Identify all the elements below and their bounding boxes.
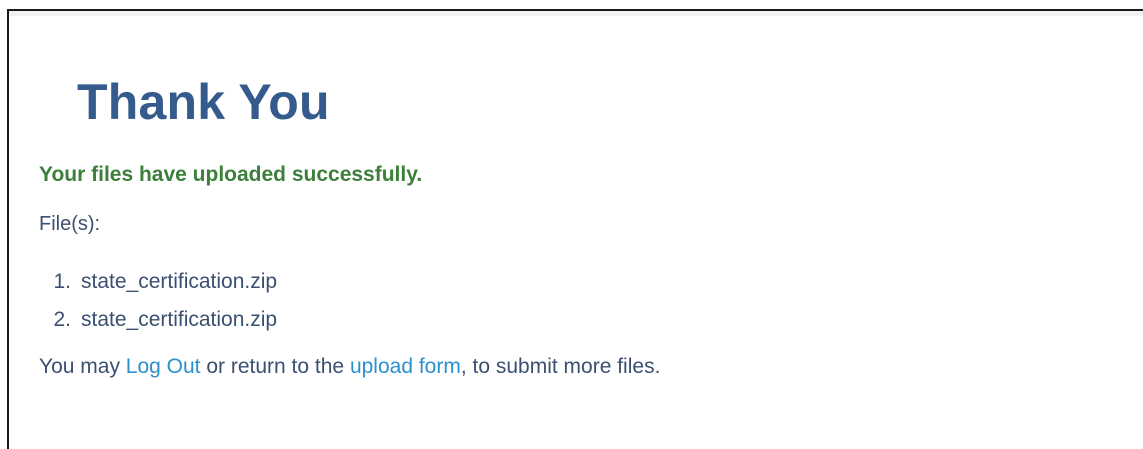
footer-message: You may Log Out or return to the upload … — [39, 355, 660, 379]
page-title: Thank You — [77, 74, 330, 130]
upload-form-link[interactable]: upload form — [350, 355, 461, 378]
list-item: 2. state_certification.zip — [39, 301, 277, 339]
list-item: 1. state_certification.zip — [39, 263, 277, 301]
file-list: 1. state_certification.zip 2. state_certif… — [39, 263, 277, 339]
logout-link[interactable]: Log Out — [126, 355, 201, 378]
page-frame: Thank You Your files have uploaded succe… — [7, 9, 1143, 449]
footer-suffix: , to submit more files. — [460, 355, 661, 378]
file-name: state_certification.zip — [81, 308, 278, 331]
list-item-number: 2. — [53, 308, 71, 331]
list-item-number: 1. — [53, 270, 71, 293]
footer-middle: or return to the — [200, 355, 350, 378]
files-label: File(s): — [39, 213, 101, 235]
footer-prefix: You may — [39, 355, 126, 378]
success-message: Your files have uploaded successfully. — [39, 163, 423, 186]
file-name: state_certification.zip — [81, 270, 278, 293]
top-strip — [9, 11, 1143, 16]
